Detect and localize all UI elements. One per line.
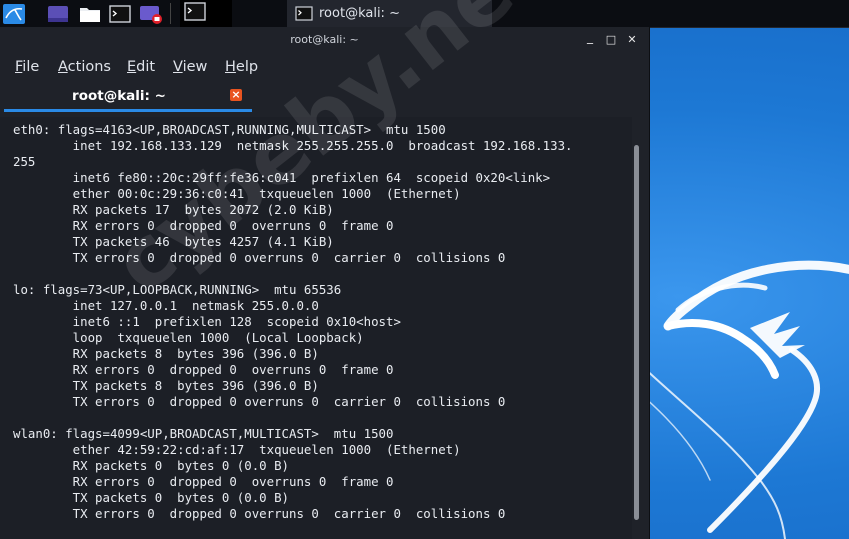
screen-recorder-icon	[140, 5, 162, 24]
terminal-icon	[109, 4, 131, 23]
panel-separator	[170, 3, 171, 24]
tab-close-icon[interactable]: ×	[230, 89, 242, 101]
menu-bar: File Actions Edit View Help	[0, 54, 649, 82]
window-task-button[interactable]: root@kali: ~	[287, 0, 492, 27]
kali-menu-button[interactable]	[0, 1, 28, 26]
screen-recorder-button[interactable]	[137, 1, 165, 26]
minimize-button[interactable]: _	[583, 29, 597, 45]
terminal-small-icon	[295, 6, 313, 21]
menu-help-mnemonic: H	[225, 59, 236, 75]
tab-bar: root@kali: ~ ×	[0, 82, 649, 112]
tab-label: root@kali: ~	[72, 88, 166, 104]
menu-file-rest: ile	[22, 59, 40, 75]
file-manager-button[interactable]	[76, 1, 104, 26]
menu-actions[interactable]: Actions	[58, 59, 111, 75]
terminal-window-icon	[184, 2, 206, 21]
window-title: root@kali: ~	[290, 33, 359, 46]
terminal-output[interactable]: eth0: flags=4163<UP,BROADCAST,RUNNING,MU…	[0, 117, 632, 539]
file-manager-icon	[80, 7, 100, 22]
menu-view[interactable]: View	[173, 59, 207, 75]
terminal-window: root@kali: ~ _ □ ✕ File Actions Edit Vie…	[0, 27, 650, 539]
top-panel: root@kali: ~	[0, 0, 849, 28]
close-button[interactable]: ✕	[625, 32, 639, 48]
maximize-button[interactable]: □	[604, 32, 618, 48]
window-task-label: root@kali: ~	[319, 6, 400, 21]
menu-view-mnemonic: V	[173, 59, 183, 75]
terminal-scrollbar[interactable]	[634, 145, 639, 520]
menu-help-rest: elp	[235, 59, 259, 75]
menu-help[interactable]: Help	[225, 59, 258, 75]
title-bar[interactable]: root@kali: ~ _ □ ✕	[0, 27, 649, 54]
terminal-text: eth0: flags=4163<UP,BROADCAST,RUNNING,MU…	[13, 122, 573, 521]
menu-edit[interactable]: Edit	[127, 59, 155, 75]
menu-actions-rest: ctions	[67, 59, 111, 75]
desktop-icon	[48, 5, 68, 22]
terminal-launcher-button[interactable]	[106, 1, 134, 26]
menu-actions-mnemonic: A	[58, 59, 68, 75]
tab-terminal[interactable]: root@kali: ~ ×	[4, 82, 252, 112]
menu-view-rest: iew	[182, 59, 208, 75]
show-desktop-button[interactable]	[44, 1, 72, 26]
menu-file[interactable]: File	[15, 59, 39, 75]
menu-edit-mnemonic: E	[127, 59, 137, 75]
kali-menu-icon	[3, 3, 25, 24]
active-task-button[interactable]	[180, 0, 232, 27]
menu-edit-rest: dit	[136, 59, 156, 75]
